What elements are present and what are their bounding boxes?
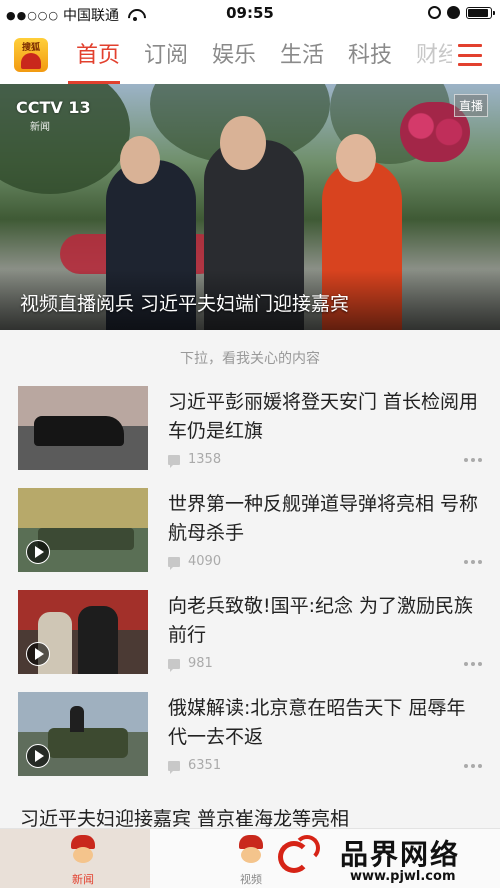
tab-subscribe[interactable]: 订阅: [132, 28, 200, 84]
watermark: 品界网络 www.pjwl.com: [264, 833, 494, 887]
comment-icon: [168, 760, 180, 774]
more-icon[interactable]: [464, 662, 482, 666]
comment-count-value: 981: [188, 656, 213, 671]
news-thumbnail: [18, 488, 148, 572]
comment-icon: [168, 658, 180, 672]
comment-icon: [168, 556, 180, 570]
hero-banner[interactable]: CCTV 13 新闻 直播 视频直播阅兵 习近平夫妇端门迎接嘉宾: [0, 84, 500, 330]
bottom-tab-bar: 新闻 视频 品界网络 www.pjwl.com: [0, 828, 500, 888]
news-item[interactable]: 习近平彭丽媛将登天安门 首长检阅用车仍是红旗 1358: [0, 386, 500, 486]
watermark-title: 品界网络: [340, 838, 461, 871]
hero-person-left-head: [120, 136, 160, 184]
app-logo[interactable]: 搜狐: [14, 38, 48, 72]
play-icon: [26, 540, 50, 564]
comment-count-value: 1358: [188, 452, 222, 467]
video-tab-icon: [235, 835, 267, 867]
bottom-tab-news-label: 新闻: [72, 873, 94, 886]
news-title: 俄媒解读:北京意在昭告天下 屈辱年代一去不返: [168, 697, 466, 748]
play-icon: [26, 642, 50, 666]
news-thumbnail: [18, 692, 148, 776]
news-item[interactable]: 俄媒解读:北京意在昭告天下 屈辱年代一去不返 6351: [0, 692, 500, 792]
app-logo-text: 搜狐: [21, 43, 40, 53]
comment-count: 6351: [168, 758, 222, 774]
status-right: [428, 6, 495, 19]
battery-icon: [466, 6, 495, 19]
tab-life[interactable]: 生活: [268, 28, 336, 84]
comment-count: 4090: [168, 554, 222, 570]
tab-home[interactable]: 首页: [64, 28, 132, 84]
comment-count: 1358: [168, 452, 222, 468]
news-title: 向老兵致敬!国平:纪念 为了激励民族前行: [168, 595, 474, 646]
news-title: 世界第一种反舰弹道导弹将亮相 号称航母杀手: [168, 493, 479, 544]
play-icon: [26, 744, 50, 768]
live-badge: 直播: [453, 94, 488, 117]
next-headline[interactable]: 习近平夫妇迎接嘉宾 普京崔海龙等亮相: [20, 804, 349, 831]
comment-count: 981: [168, 656, 213, 672]
pull-hint: 下拉，看我关心的内容: [180, 351, 320, 367]
comment-count-value: 6351: [188, 758, 222, 773]
bottom-tab-news[interactable]: 新闻: [48, 829, 118, 888]
orientation-lock-icon: [428, 6, 441, 19]
comment-icon: [168, 454, 180, 468]
more-icon[interactable]: [464, 764, 482, 768]
channel-nav: 搜狐 首页 订阅 娱乐 生活 科技 财经: [0, 28, 500, 84]
news-item[interactable]: 向老兵致敬!国平:纪念 为了激励民族前行 981: [0, 590, 500, 690]
tab-finance[interactable]: 财经: [404, 28, 452, 84]
watermark-url: www.pjwl.com: [350, 869, 456, 884]
comment-count-value: 4090: [188, 554, 222, 569]
menu-icon[interactable]: [458, 44, 482, 66]
status-time: 09:55: [226, 4, 274, 22]
news-tab-icon: [67, 835, 99, 867]
more-icon[interactable]: [464, 458, 482, 462]
hero-title[interactable]: 视频直播阅兵 习近平夫妇端门迎接嘉宾: [20, 289, 349, 316]
news-item[interactable]: 世界第一种反舰弹道导弹将亮相 号称航母杀手 4090: [0, 488, 500, 588]
watermark-logo: [278, 835, 324, 883]
status-bar: ●●○○○ 中国联通 09:55: [0, 0, 500, 28]
tab-entertainment[interactable]: 娱乐: [200, 28, 268, 84]
more-icon[interactable]: [464, 560, 482, 564]
news-thumbnail: [18, 590, 148, 674]
news-thumbnail: [18, 386, 148, 470]
cctv-logo: CCTV 13: [16, 98, 91, 117]
hero-person-right-head: [336, 134, 376, 182]
news-feed: 下拉，看我关心的内容 习近平彭丽媛将登天安门 首长检阅用车仍是红旗 1358 世…: [0, 330, 500, 831]
hero-person-center-head: [220, 116, 266, 170]
alarm-icon: [447, 6, 460, 19]
cctv-sub-label: 新闻: [30, 122, 50, 133]
news-title: 习近平彭丽媛将登天安门 首长检阅用车仍是红旗: [168, 391, 479, 442]
tab-tech[interactable]: 科技: [336, 28, 404, 84]
channel-tabs: 首页 订阅 娱乐 生活 科技 财经: [64, 28, 452, 84]
